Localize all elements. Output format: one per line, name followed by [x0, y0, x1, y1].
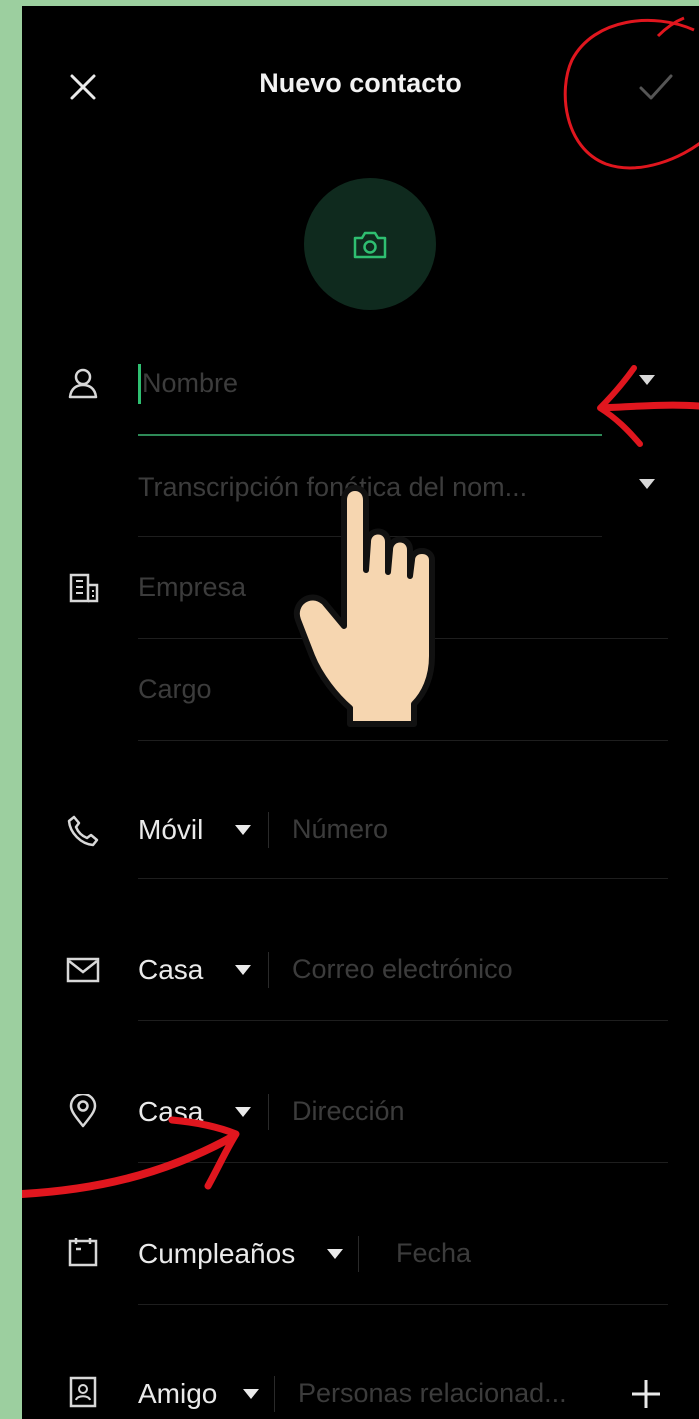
related-people-input[interactable]: Personas relacionad... [298, 1378, 567, 1409]
event-type-selector[interactable]: Cumpleaños [138, 1238, 295, 1270]
phone-icon [66, 814, 100, 848]
plus-icon[interactable] [630, 1378, 662, 1410]
phonetic-expand-icon[interactable] [638, 478, 656, 490]
relation-type-dropdown-icon[interactable] [242, 1388, 260, 1400]
name-arrow-annotation [590, 360, 699, 455]
name-input-underline [138, 434, 602, 436]
address-arrow-annotation [22, 1106, 262, 1211]
job-title-input[interactable]: Cargo [138, 674, 212, 705]
separator [358, 1236, 359, 1272]
separator [268, 812, 269, 848]
event-type-dropdown-icon[interactable] [326, 1248, 344, 1260]
building-icon [68, 572, 100, 604]
phone-number-input[interactable]: Número [292, 814, 388, 845]
date-input[interactable]: Fecha [396, 1238, 471, 1269]
calendar-icon [68, 1236, 98, 1268]
camera-icon [352, 230, 388, 260]
pointing-hand-illustration [284, 480, 464, 733]
text-cursor [138, 364, 141, 404]
email-type-dropdown-icon[interactable] [234, 964, 252, 976]
divider [138, 878, 668, 879]
separator [268, 1094, 269, 1130]
separator [274, 1376, 275, 1412]
phone-type-dropdown-icon[interactable] [234, 824, 252, 836]
address-input[interactable]: Dirección [292, 1096, 405, 1127]
name-input[interactable]: Nombre [142, 368, 238, 399]
divider [138, 1020, 668, 1021]
company-input[interactable]: Empresa [138, 572, 246, 603]
phone-type-selector[interactable]: Móvil [138, 814, 203, 846]
check-annotation-circle [554, 8, 699, 183]
contact-form-screen: Nuevo contacto Nombre Transcripción foné… [22, 6, 699, 1419]
divider [138, 740, 668, 741]
person-icon [66, 366, 100, 400]
separator [268, 952, 269, 988]
email-input[interactable]: Correo electrónico [292, 954, 513, 985]
contact-card-icon [68, 1376, 98, 1408]
mail-icon [66, 956, 100, 984]
email-type-selector[interactable]: Casa [138, 954, 203, 986]
divider [138, 1304, 668, 1305]
relation-type-selector[interactable]: Amigo [138, 1378, 217, 1410]
